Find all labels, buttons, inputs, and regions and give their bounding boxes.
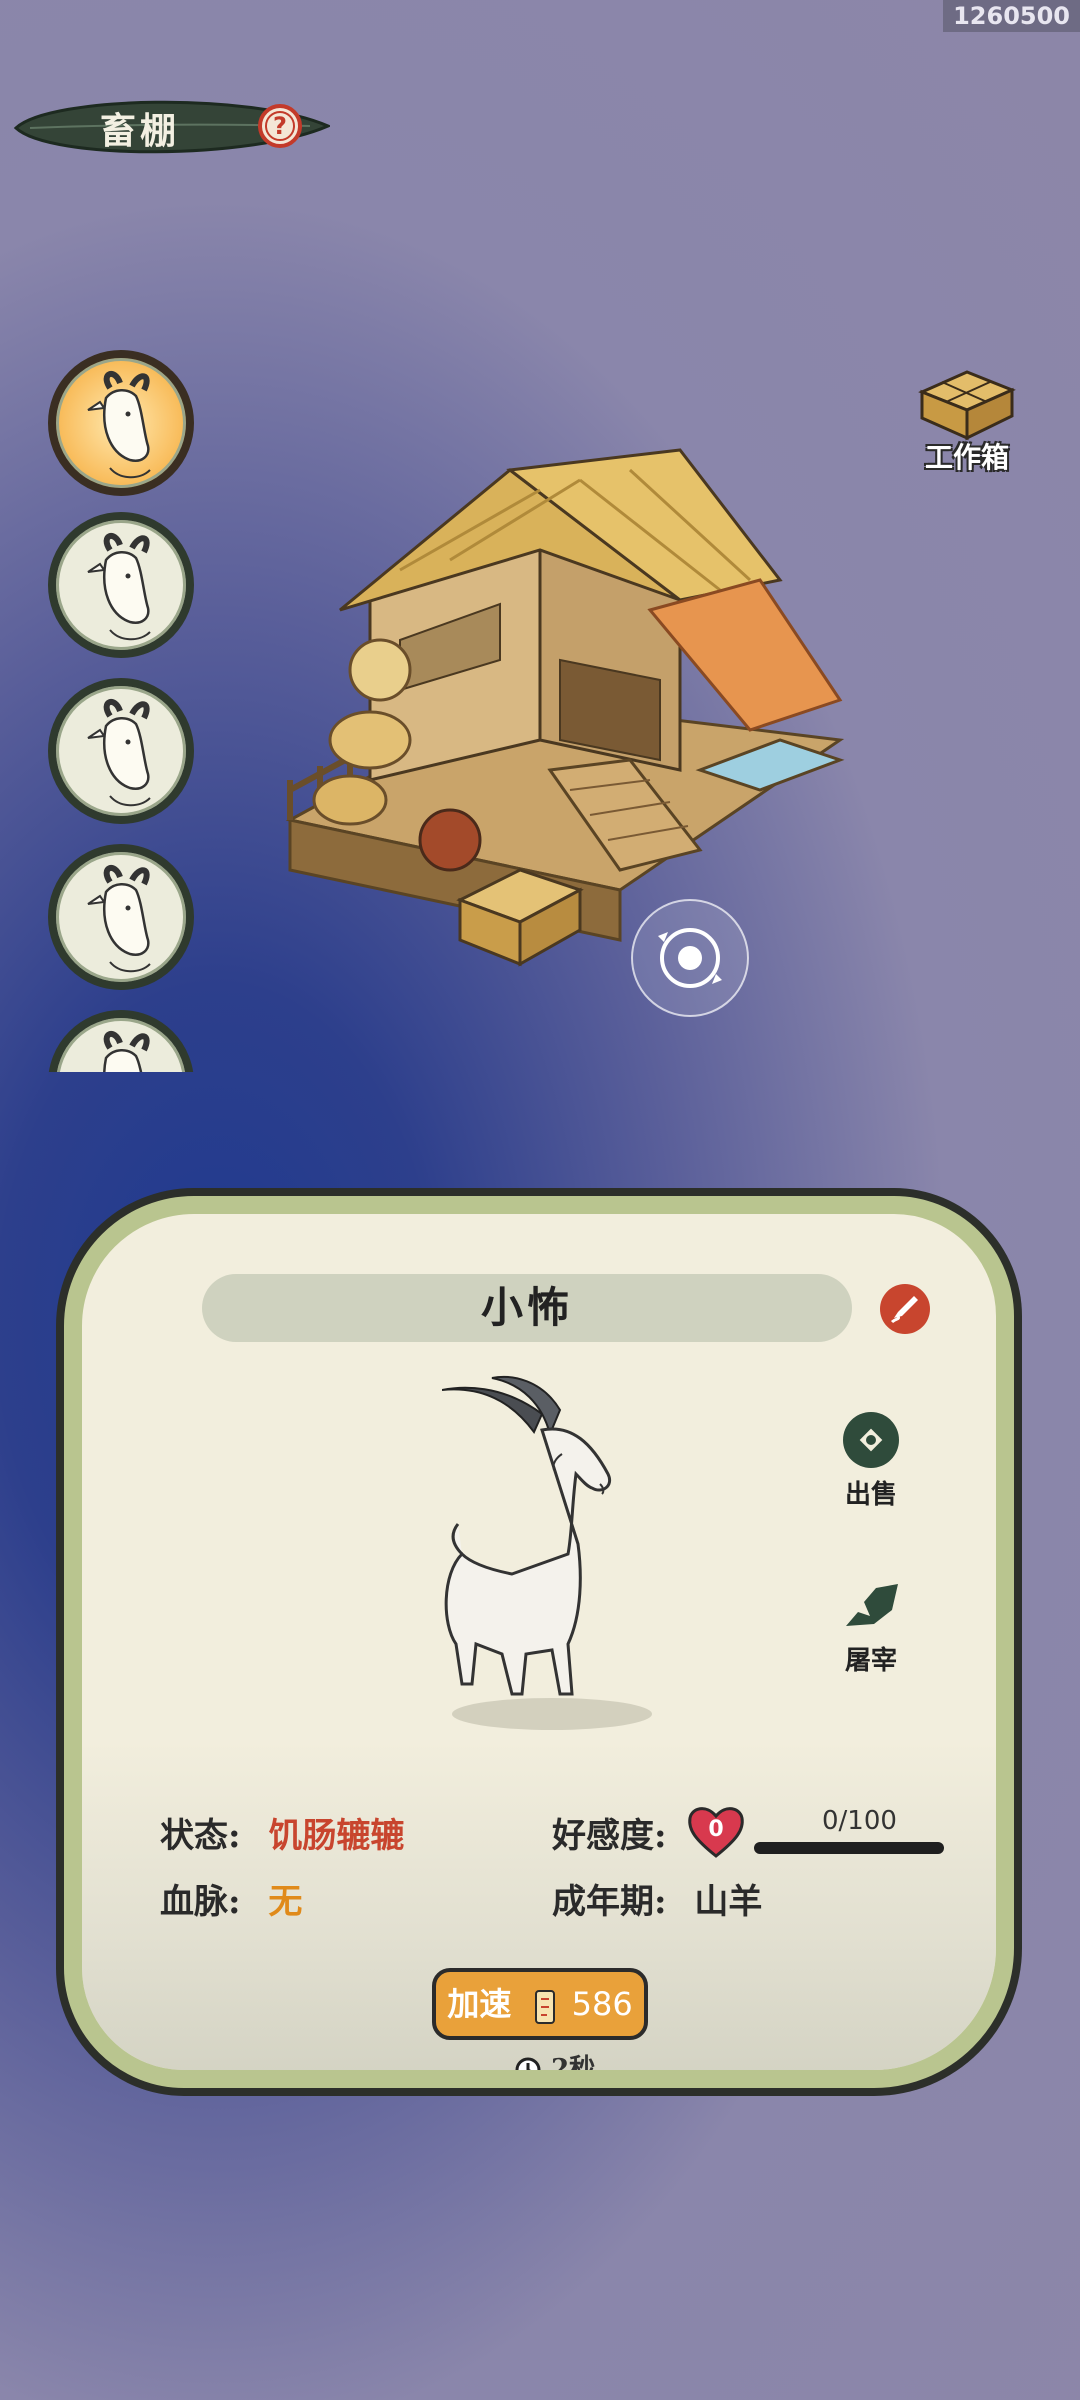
bloodline-label: 血脉:	[160, 1882, 241, 1922]
page-title: 畜棚	[100, 110, 181, 152]
user-id: 1260500	[943, 0, 1080, 32]
slaughter-label: 屠宰	[844, 1646, 897, 1676]
affection-progress-text: 0/100	[822, 1806, 897, 1836]
page-title-banner: 畜棚 ?	[10, 90, 332, 164]
barn-illustration	[285, 448, 845, 967]
sell-button[interactable]: 出售	[826, 1410, 916, 1511]
speed-up-button[interactable]: 加速 586	[432, 1968, 648, 2040]
goat-portrait-icon	[87, 371, 151, 479]
animal-slot-3[interactable]	[48, 678, 194, 824]
animal-slot-5[interactable]	[48, 1010, 194, 1072]
scroll-ticket-icon	[535, 1989, 556, 2024]
workbox-label: 工作箱	[924, 441, 1009, 474]
animal-slot-1[interactable]	[48, 350, 194, 496]
sell-label: 出售	[844, 1480, 897, 1510]
workbox-button[interactable]: 工作箱	[912, 362, 1022, 474]
heart-icon: 0	[688, 1807, 744, 1858]
speed-up-label: 加速	[447, 1985, 512, 2023]
affection-progress-bar	[754, 1842, 944, 1854]
goat-portrait-icon	[87, 533, 151, 641]
animal-slot-4[interactable]	[48, 844, 194, 990]
bloodline-row: 血脉: 无	[160, 1874, 302, 1923]
edit-name-icon[interactable]	[878, 1282, 932, 1336]
goat-portrait-icon	[87, 865, 151, 973]
slaughter-button[interactable]: 屠宰	[826, 1576, 916, 1677]
adult-stage-row: 成年期: 山羊	[552, 1874, 762, 1923]
timer: 2秒	[514, 2048, 596, 2084]
speed-up-cost: 586	[571, 1985, 633, 2023]
affection-label: 好感度:	[552, 1816, 667, 1856]
adult-stage-value: 山羊	[694, 1882, 763, 1922]
goat-portrait-icon	[103, 1031, 150, 1072]
animal-slot-2[interactable]	[48, 512, 194, 658]
cleaver-icon	[846, 1584, 898, 1626]
status-label: 状态:	[160, 1816, 241, 1856]
affection-row: 好感度:	[552, 1808, 667, 1857]
animal-name-bar: 小怖	[202, 1274, 930, 1342]
goat-illustration	[442, 1375, 652, 1730]
bloodline-value: 无	[268, 1882, 303, 1922]
adult-stage-label: 成年期:	[552, 1882, 667, 1922]
animal-list[interactable]	[48, 350, 198, 1072]
coin-icon	[843, 1412, 899, 1468]
help-icon[interactable]: ?	[256, 102, 304, 150]
chest-icon	[918, 370, 1016, 441]
timer-value: 2秒	[551, 2054, 596, 2084]
status-row: 状态: 饥肠辘辘	[160, 1808, 404, 1857]
status-value: 饥肠辘辘	[268, 1816, 405, 1856]
animal-name: 小怖	[480, 1283, 573, 1332]
animal-detail-panel: 小怖 出售 屠宰 状态: 饥肠辘辘 好感度: 0 0/100 血脉: 无 成年期…	[64, 1196, 1014, 2088]
affection-value: 0	[708, 1817, 723, 1842]
interact-target-icon[interactable]	[628, 896, 752, 1020]
goat-portrait-icon	[87, 699, 151, 807]
svg-text:?: ?	[273, 112, 287, 140]
clock-icon	[515, 2057, 541, 2070]
